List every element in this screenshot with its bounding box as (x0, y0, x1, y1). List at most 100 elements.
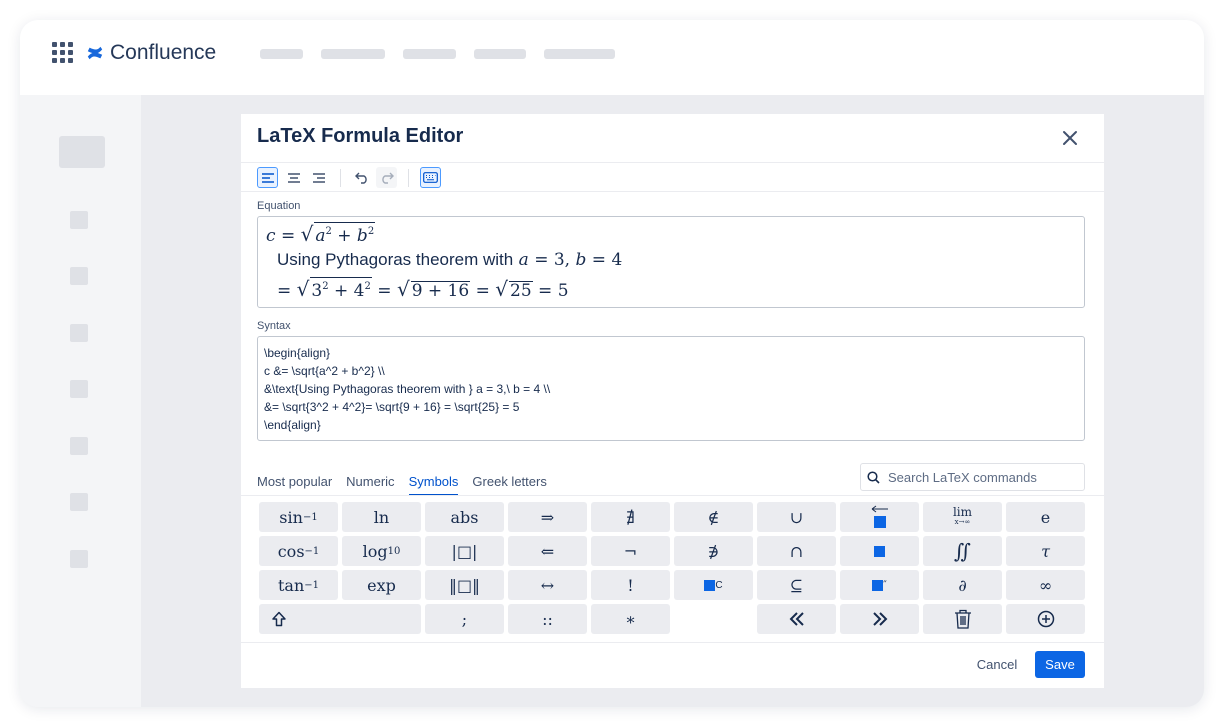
equation-line-2: Using Pythagoras theorem with a = 3, b =… (277, 250, 623, 270)
latex-editor-dialog: LaTeX Formula Editor Equation c = √ a2 + … (241, 114, 1104, 688)
key-norm[interactable]: ‖□‖ (425, 570, 504, 600)
syntax-line: \begin{align} (264, 346, 331, 360)
key-not-ni[interactable]: ∌ (674, 536, 753, 566)
key-infinity[interactable]: ∞ (1006, 570, 1085, 600)
trash-icon (954, 609, 971, 629)
key-placeholder-box[interactable] (840, 536, 919, 566)
key-move-left[interactable] (757, 604, 836, 634)
key-e[interactable]: e (1006, 502, 1085, 532)
key-ln[interactable]: ln (342, 502, 421, 532)
key-union[interactable]: ∪ (757, 502, 836, 532)
syntax-editor[interactable]: \begin{align} c &= \sqrt{a^2 + b^2} \\ &… (257, 336, 1085, 441)
search-icon (867, 470, 880, 484)
app-name: Confluence (110, 41, 217, 64)
equation-line-1: c = √ a2 + b2 (266, 222, 376, 246)
align-center-icon[interactable] (283, 167, 304, 188)
key-not-exists[interactable]: ∄ (591, 502, 670, 532)
equation-line-3: = √ 32 + 42 = √ 9 + 16 = √ 25 = 5 (277, 277, 569, 301)
key-double-colon[interactable]: :: (508, 604, 587, 634)
nav-item-placeholder[interactable] (474, 49, 526, 59)
symbol-keypad: sin −1 ln abs ⇒ ∄ ∉ ∪ lim x→∞ e cos −1 log 1… (241, 500, 1104, 642)
key-not-in[interactable]: ∉ (674, 502, 753, 532)
key-double-prime[interactable]: ″ (840, 570, 919, 600)
key-add[interactable] (1006, 604, 1085, 634)
key-shift[interactable] (259, 604, 421, 634)
footer-divider (241, 642, 1104, 643)
tabs-divider (241, 495, 1104, 496)
overleftarrow-icon (871, 505, 888, 528)
key-move-right[interactable] (840, 604, 919, 634)
sidebar-item-placeholder[interactable] (70, 380, 88, 398)
key-delete[interactable] (923, 604, 1002, 634)
top-navigation: Confluence (20, 20, 1204, 95)
save-button[interactable]: Save (1035, 651, 1085, 678)
nav-item-placeholder[interactable] (321, 49, 385, 59)
sidebar-item-placeholder[interactable] (70, 550, 88, 568)
key-semicolon[interactable]: ; (425, 604, 504, 634)
key-log10[interactable]: log 10 (342, 536, 421, 566)
key-not[interactable]: ¬ (591, 536, 670, 566)
tab-symbols[interactable]: Symbols (408, 474, 459, 496)
latex-search[interactable] (860, 463, 1085, 491)
tab-most-popular[interactable]: Most popular (257, 474, 332, 496)
confluence-logo[interactable]: Confluence (86, 40, 216, 66)
syntax-line: c &= \sqrt{a^2 + b^2} \\ (264, 364, 385, 378)
search-input[interactable] (888, 469, 1068, 485)
dialog-title: LaTeX Formula Editor (257, 125, 464, 147)
undo-icon[interactable] (351, 167, 372, 188)
placeholder-box-icon (704, 579, 716, 591)
key-exp[interactable]: exp (342, 570, 421, 600)
key-asterisk[interactable]: ∗ (591, 604, 670, 634)
cancel-button[interactable]: Cancel (968, 651, 1026, 678)
key-partial[interactable]: ∂ (923, 570, 1002, 600)
symbol-tabs: Most popular Numeric Symbols Greek lette… (257, 474, 547, 496)
key-overleftarrow[interactable] (840, 502, 919, 532)
nav-item-placeholder[interactable] (260, 49, 303, 59)
key-implies[interactable]: ⇒ (508, 502, 587, 532)
confluence-logo-icon (87, 46, 103, 60)
key-subseteq[interactable]: ⊆ (757, 570, 836, 600)
sidebar-item-placeholder[interactable] (70, 437, 88, 455)
key-arctan[interactable]: tan −1 (259, 570, 338, 600)
key-arccos[interactable]: cos −1 (259, 536, 338, 566)
key-absolute-value[interactable]: |□| (425, 536, 504, 566)
syntax-line: \end{align} (264, 418, 321, 432)
key-complement[interactable]: C (674, 570, 753, 600)
keyboard-icon[interactable] (420, 167, 441, 188)
double-chevron-right-icon (872, 612, 887, 626)
nav-item-placeholder[interactable] (403, 49, 456, 59)
tab-greek-letters[interactable]: Greek letters (472, 474, 546, 496)
syntax-label: Syntax (257, 320, 291, 332)
editor-toolbar (241, 162, 1104, 192)
sidebar-item-placeholder[interactable] (70, 324, 88, 342)
key-tau[interactable]: τ (1006, 536, 1085, 566)
key-implied-by[interactable]: ⇐ (508, 536, 587, 566)
sidebar (20, 95, 141, 707)
equation-preview: c = √ a2 + b2 Using Pythagoras theorem wi… (257, 216, 1085, 308)
key-double-integral[interactable]: ∬ (923, 536, 1002, 566)
sidebar-item-placeholder[interactable] (70, 211, 88, 229)
sidebar-header-placeholder (59, 136, 105, 168)
toolbar-divider (408, 169, 409, 187)
key-limit[interactable]: lim x→∞ (923, 502, 1002, 532)
syntax-line: &= \sqrt{3^2 + 4^2}= \sqrt{9 + 16} = \sq… (264, 400, 520, 414)
sidebar-item-placeholder[interactable] (70, 267, 88, 285)
align-right-icon[interactable] (308, 167, 329, 188)
key-factorial[interactable]: ! (591, 570, 670, 600)
tab-numeric[interactable]: Numeric (346, 474, 394, 496)
close-icon[interactable] (1059, 127, 1081, 149)
placeholder-box-icon (872, 579, 884, 591)
sidebar-item-placeholder[interactable] (70, 493, 88, 511)
placeholder-box-icon (874, 545, 885, 557)
redo-icon[interactable] (376, 167, 397, 188)
align-left-icon[interactable] (257, 167, 278, 188)
key-arcsin[interactable]: sin −1 (259, 502, 338, 532)
app-switcher-icon[interactable] (52, 42, 73, 63)
toolbar-divider (340, 169, 341, 187)
key-iff[interactable]: ↔ (508, 570, 587, 600)
double-chevron-left-icon (789, 612, 804, 626)
key-abs[interactable]: abs (425, 502, 504, 532)
nav-item-placeholder[interactable] (544, 49, 615, 59)
syntax-line: &\text{Using Pythagoras theorem with } a… (264, 382, 551, 396)
key-intersection[interactable]: ∩ (757, 536, 836, 566)
